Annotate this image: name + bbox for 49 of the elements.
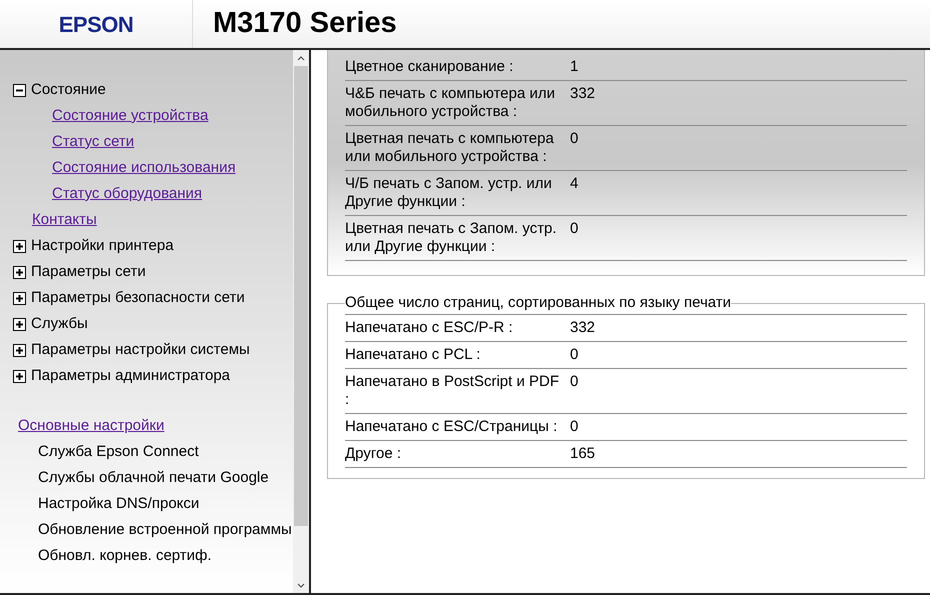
expand-icon[interactable] (13, 318, 26, 330)
row-label: Другое : (345, 445, 402, 463)
expand-icon[interactable] (13, 370, 26, 382)
row-label: Цветное сканирование : (345, 58, 514, 76)
menu-link[interactable]: Контакты (32, 208, 97, 232)
row-value: 0 (570, 346, 578, 364)
menu-item[interactable]: Обновление встроенной программы (33, 521, 293, 539)
collapse-icon[interactable] (13, 84, 26, 96)
expand-icon[interactable] (13, 344, 26, 356)
menu-link[interactable]: Состояние устройства (52, 104, 208, 128)
menu-link[interactable]: Состояние использования (52, 156, 236, 180)
row-label: Цветная печать с компьютера или мобильного устройства : (345, 130, 555, 166)
menu-item[interactable]: Службы облачной печати Google (33, 469, 293, 487)
row-value: 1 (570, 58, 578, 76)
row-value: 0 (570, 220, 578, 239)
menu-link[interactable]: Основные настройки (18, 414, 164, 438)
menu-group-label[interactable]: Параметры администратора (31, 364, 230, 388)
row-label: Напечатано в PostScript и PDF : (345, 373, 560, 409)
row-value: 0 (570, 130, 578, 149)
menu-group-label[interactable]: Настройки принтера (31, 234, 174, 258)
row-label: Напечатано с ESC/P-R : (345, 319, 514, 337)
section-legend: Общее число страниц, сортированных по языку печати (345, 293, 732, 313)
brand-logo: EPSON (58, 10, 134, 38)
menu-link[interactable]: Статус оборудования (52, 182, 202, 206)
row-value: 332 (570, 319, 596, 337)
menu-group-label[interactable]: Параметры сети (31, 260, 146, 284)
menu-link[interactable]: Статус сети (52, 130, 134, 154)
menu-item[interactable]: Настройка DNS/прокси (33, 495, 293, 513)
menu-group-label[interactable]: Службы (31, 312, 88, 336)
menu-item[interactable]: Обновл. корнев. сертиф. (33, 547, 293, 565)
row-label: Напечатано с PCL : (345, 346, 482, 364)
scrollbar[interactable] (293, 50, 309, 593)
row-value: 165 (570, 445, 596, 463)
row-label: Цветная печать с Запом. устр. или Другие функции : (345, 220, 558, 256)
expand-icon[interactable] (13, 266, 26, 278)
row-value: 332 (570, 85, 596, 104)
row-label: Напечатано с ESC/Страницы : (345, 418, 558, 436)
menu-group-label[interactable]: Параметры безопасности сети (31, 286, 245, 310)
page-title: M3170 Series (213, 6, 397, 42)
expand-icon[interactable] (13, 292, 26, 304)
expand-icon[interactable] (13, 240, 26, 252)
menu-group-label[interactable]: Параметры настройки системы (31, 338, 250, 362)
row-value: 0 (570, 373, 578, 392)
row-value: 4 (570, 175, 578, 194)
row-value: 0 (570, 418, 578, 436)
row-label: Ч&Б печать с компьютера или мобильного устройства : (345, 85, 556, 121)
menu-group-label[interactable]: Состояние (31, 78, 106, 102)
menu-item[interactable]: Служба Epson Connect (33, 443, 293, 461)
row-label: Ч/Б печать с Запом. устр. или Другие функции : (345, 175, 553, 211)
